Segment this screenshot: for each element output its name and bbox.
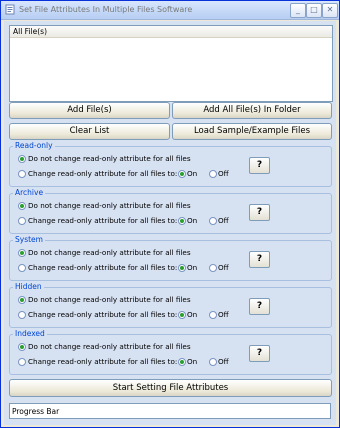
readonly-on-label[interactable]: On <box>187 169 197 178</box>
archive-off-radio[interactable] <box>209 217 217 225</box>
archive-off-label[interactable]: Off <box>218 216 229 225</box>
system-change-label[interactable]: Change read-only attribute for all files… <box>28 263 177 272</box>
readonly-off-radio[interactable] <box>209 170 217 178</box>
system-no-change-label[interactable]: Do not change read-only attribute for al… <box>28 248 191 257</box>
indexed-no-change-label[interactable]: Do not change read-only attribute for al… <box>28 342 191 351</box>
indexed-off-label[interactable]: Off <box>218 357 229 366</box>
system-off-label[interactable]: Off <box>218 263 229 272</box>
readonly-change-radio[interactable] <box>18 170 26 178</box>
indexed-no-change-radio[interactable] <box>18 343 26 351</box>
archive-help-button[interactable]: ? <box>249 204 270 221</box>
hidden-no-change-radio[interactable] <box>18 296 26 304</box>
progress-bar: Progress Bar <box>9 403 331 419</box>
hidden-no-change-label[interactable]: Do not change read-only attribute for al… <box>28 295 191 304</box>
hidden-on-label[interactable]: On <box>187 310 197 319</box>
indexed-on-radio[interactable] <box>178 358 186 366</box>
system-off-radio[interactable] <box>209 264 217 272</box>
readonly-no-change-radio[interactable] <box>18 155 26 163</box>
archive-group-title: Archive <box>13 188 46 198</box>
title-bar[interactable]: Set File Attributes In Multiple Files So… <box>1 1 339 20</box>
indexed-on-label[interactable]: On <box>187 357 197 366</box>
app-window: Set File Attributes In Multiple Files So… <box>0 0 340 428</box>
minimize-button[interactable]: _ <box>290 3 306 18</box>
start-button[interactable]: Start Setting File Attributes <box>9 379 332 397</box>
file-list-header[interactable]: All File(s) <box>10 26 332 38</box>
archive-change-radio[interactable] <box>18 217 26 225</box>
archive-group: Archive Do not change read-only attribut… <box>9 188 332 234</box>
hidden-change-radio[interactable] <box>18 311 26 319</box>
readonly-no-change-label[interactable]: Do not change read-only attribute for al… <box>28 154 191 163</box>
window-title: Set File Attributes In Multiple Files So… <box>19 5 193 14</box>
system-group-title: System <box>13 235 45 245</box>
main-panel: All File(s) Add File(s) Add All File(s) … <box>4 21 336 425</box>
system-on-label[interactable]: On <box>187 263 197 272</box>
app-icon <box>5 4 15 15</box>
hidden-group: Hidden Do not change read-only attribute… <box>9 282 332 328</box>
hidden-on-radio[interactable] <box>178 311 186 319</box>
indexed-change-radio[interactable] <box>18 358 26 366</box>
readonly-change-label[interactable]: Change read-only attribute for all files… <box>28 169 177 178</box>
system-no-change-radio[interactable] <box>18 249 26 257</box>
indexed-group-title: Indexed <box>13 329 47 339</box>
load-sample-button[interactable]: Load Sample/Example Files <box>172 123 332 140</box>
archive-change-label[interactable]: Change read-only attribute for all files… <box>28 216 177 225</box>
readonly-off-label[interactable]: Off <box>218 169 229 178</box>
archive-on-label[interactable]: On <box>187 216 197 225</box>
system-on-radio[interactable] <box>178 264 186 272</box>
readonly-on-radio[interactable] <box>178 170 186 178</box>
add-files-button[interactable]: Add File(s) <box>9 102 170 119</box>
archive-on-radio[interactable] <box>178 217 186 225</box>
file-list[interactable]: All File(s) <box>9 25 333 102</box>
hidden-help-button[interactable]: ? <box>249 298 270 315</box>
system-group: System Do not change read-only attribute… <box>9 235 332 281</box>
archive-no-change-label[interactable]: Do not change read-only attribute for al… <box>28 201 191 210</box>
readonly-help-button[interactable]: ? <box>249 157 270 174</box>
maximize-button[interactable]: □ <box>306 3 322 18</box>
hidden-group-title: Hidden <box>13 282 44 292</box>
archive-no-change-radio[interactable] <box>18 202 26 210</box>
system-change-radio[interactable] <box>18 264 26 272</box>
readonly-group-title: Read-only <box>13 141 55 151</box>
system-help-button[interactable]: ? <box>249 251 270 268</box>
readonly-group: Read-only Do not change read-only attrib… <box>9 141 332 187</box>
add-folder-button[interactable]: Add All File(s) In Folder <box>172 102 332 119</box>
hidden-off-label[interactable]: Off <box>218 310 229 319</box>
hidden-off-radio[interactable] <box>209 311 217 319</box>
indexed-help-button[interactable]: ? <box>249 345 270 362</box>
hidden-change-label[interactable]: Change read-only attribute for all files… <box>28 310 177 319</box>
indexed-change-label[interactable]: Change read-only attribute for all files… <box>28 357 177 366</box>
indexed-group: Indexed Do not change read-only attribut… <box>9 329 332 375</box>
indexed-off-radio[interactable] <box>209 358 217 366</box>
clear-list-button[interactable]: Clear List <box>9 123 170 140</box>
close-button[interactable]: ✕ <box>322 3 338 18</box>
